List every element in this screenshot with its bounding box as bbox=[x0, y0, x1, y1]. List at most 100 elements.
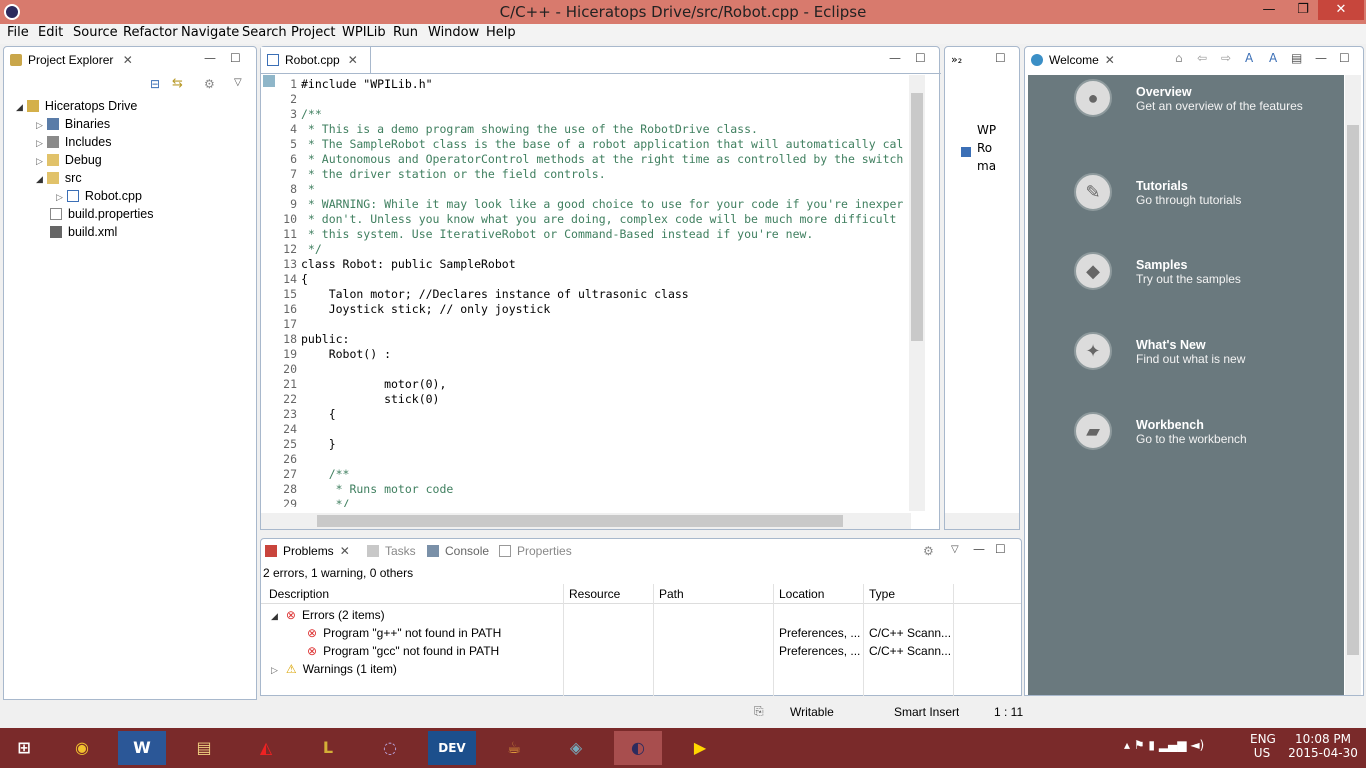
tree-item-build-xml[interactable]: build.xml bbox=[50, 225, 117, 239]
font-smaller-icon[interactable]: A bbox=[1245, 51, 1253, 65]
code-line[interactable]: { bbox=[301, 407, 336, 421]
vertical-scrollbar[interactable] bbox=[909, 75, 925, 511]
maximize-button[interactable]: ❐ bbox=[1290, 0, 1316, 20]
minimize-icon[interactable]: — bbox=[204, 51, 216, 65]
menu-file[interactable]: File bbox=[7, 25, 29, 40]
code-line[interactable]: Robot() : bbox=[301, 347, 391, 361]
column-type[interactable]: Type bbox=[869, 584, 895, 604]
table-row[interactable]: ⊗ Program "gcc" not found in PATH Prefere… bbox=[261, 641, 1021, 659]
home-icon[interactable]: ⌂ bbox=[1175, 51, 1183, 65]
menu-run[interactable]: Run bbox=[393, 25, 418, 40]
code-line[interactable]: motor(0), bbox=[301, 377, 446, 391]
minimize-icon[interactable]: — bbox=[1315, 51, 1327, 65]
column-description[interactable]: Description bbox=[269, 584, 329, 604]
outline-item[interactable]: Ro bbox=[977, 141, 992, 155]
errors-group-row[interactable]: ◢ ⊗ Errors (2 items) bbox=[261, 605, 1021, 623]
column-location[interactable]: Location bbox=[779, 584, 824, 604]
code-line[interactable]: stick(0) bbox=[301, 392, 439, 406]
java-icon[interactable]: ☕ bbox=[490, 731, 538, 765]
code-line[interactable]: /** bbox=[301, 467, 350, 481]
scroll-thumb[interactable] bbox=[911, 93, 923, 341]
eclipse-icon[interactable]: ◐ bbox=[614, 731, 662, 765]
menu-edit[interactable]: Edit bbox=[38, 25, 63, 40]
code-line[interactable]: * This is a demo program showing the use… bbox=[301, 122, 758, 136]
tree-item-project[interactable]: ◢ Hiceratops Drive bbox=[16, 99, 137, 113]
clock[interactable]: 10:08 PM 2015-04-30 bbox=[1288, 732, 1358, 760]
language-indicator[interactable]: ENG US bbox=[1250, 732, 1276, 760]
tray-icons[interactable]: ▴ ⚑ ▮ ▂▄▆ ◄) bbox=[1124, 738, 1204, 752]
code-line[interactable]: { bbox=[301, 272, 308, 286]
code-line[interactable]: Talon motor; //Declares instance of ultr… bbox=[301, 287, 689, 301]
menu-help[interactable]: Help bbox=[486, 25, 516, 40]
collapse-arrow-icon[interactable]: ◢ bbox=[36, 174, 43, 184]
code-line[interactable]: * The SampleRobot class is the base of a… bbox=[301, 137, 903, 151]
filter-icon[interactable]: ⚙ bbox=[923, 544, 934, 558]
tab-problems[interactable]: Problems ✕ bbox=[265, 544, 350, 558]
expand-arrow-icon[interactable]: ▷ bbox=[56, 192, 63, 202]
welcome-samples[interactable]: ◆ Samples Try out the samples bbox=[1074, 252, 1336, 290]
welcome-whats-new[interactable]: ✦ What's New Find out what is new bbox=[1074, 332, 1336, 370]
warnings-group-row[interactable]: ▷ ⚠ Warnings (1 item) bbox=[261, 659, 1021, 677]
close-button[interactable]: ✕ bbox=[1318, 0, 1364, 20]
tree-item-debug[interactable]: ▷ Debug bbox=[36, 153, 102, 167]
maximize-icon[interactable]: ☐ bbox=[915, 51, 926, 65]
close-tab-icon[interactable]: ✕ bbox=[1105, 53, 1115, 67]
game-launcher-icon[interactable]: L bbox=[304, 731, 352, 765]
code-line[interactable]: /** bbox=[301, 107, 322, 121]
menu-window[interactable]: Window bbox=[428, 25, 479, 40]
forward-icon[interactable]: ⇨ bbox=[1221, 51, 1231, 65]
tab-robot-cpp[interactable]: Robot.cpp ✕ bbox=[261, 47, 371, 73]
close-tab-icon[interactable]: ✕ bbox=[123, 53, 133, 67]
tree-item-includes[interactable]: ▷ Includes bbox=[36, 135, 111, 149]
collapse-arrow-icon[interactable]: ◢ bbox=[271, 611, 278, 621]
code-line[interactable]: Joystick stick; // only joystick bbox=[301, 302, 551, 316]
maximize-icon[interactable]: ☐ bbox=[1339, 51, 1350, 65]
outline-tab-icon[interactable]: »₂ bbox=[951, 53, 962, 66]
tab-console[interactable]: Console bbox=[427, 544, 489, 558]
paint-icon[interactable]: ◈ bbox=[552, 731, 600, 765]
code-editor[interactable]: 1 #include "WPILib.h" 2 3 /** 4 * This is a d… bbox=[261, 75, 911, 507]
tab-welcome[interactable]: Welcome ✕ bbox=[1031, 53, 1115, 67]
code-line[interactable]: * don't. Unless you know what you are do… bbox=[301, 212, 897, 226]
tab-properties[interactable]: Properties bbox=[499, 544, 572, 558]
outline-item[interactable]: WP bbox=[977, 123, 996, 137]
code-line[interactable]: * WARNING: While it may look like a good… bbox=[301, 197, 903, 211]
status-icon[interactable]: ⎘ bbox=[754, 704, 764, 719]
minimize-icon[interactable]: — bbox=[973, 542, 985, 556]
expand-arrow-icon[interactable]: ▷ bbox=[36, 120, 43, 130]
horizontal-scrollbar[interactable] bbox=[261, 513, 911, 529]
acrobat-icon[interactable]: ◭ bbox=[242, 731, 290, 765]
tree-item-robot-cpp[interactable]: ▷ Robot.cpp bbox=[56, 189, 142, 203]
view-menu-icon[interactable]: ▽ bbox=[234, 77, 242, 88]
code-line[interactable]: * Autonomous and OperatorControl methods… bbox=[301, 152, 903, 166]
maximize-icon[interactable]: ☐ bbox=[230, 51, 241, 65]
app-icon[interactable]: ◌ bbox=[366, 731, 414, 765]
collapse-all-icon[interactable]: ⊟ bbox=[150, 77, 160, 91]
table-row[interactable]: ⊗ Program "g++" not found in PATH Prefere… bbox=[261, 623, 1021, 641]
back-icon[interactable]: ⇦ bbox=[1197, 51, 1207, 65]
font-larger-icon[interactable]: A bbox=[1269, 51, 1277, 65]
word-icon[interactable]: W bbox=[118, 731, 166, 765]
filter-icon[interactable]: ⚙ bbox=[204, 77, 215, 91]
link-editor-icon[interactable]: ⇆ bbox=[172, 76, 183, 91]
close-tab-icon[interactable]: ✕ bbox=[340, 544, 350, 558]
expand-arrow-icon[interactable]: ▷ bbox=[36, 138, 43, 148]
code-line[interactable]: * bbox=[301, 182, 315, 196]
welcome-tutorials[interactable]: ✎ Tutorials Go through tutorials bbox=[1074, 173, 1336, 211]
minimize-icon[interactable]: — bbox=[889, 51, 901, 65]
column-resource[interactable]: Resource bbox=[569, 584, 620, 604]
expand-arrow-icon[interactable]: ▷ bbox=[36, 156, 43, 166]
horizontal-scrollbar[interactable] bbox=[945, 513, 1019, 529]
welcome-overview[interactable]: ● Overview Get an overview of the features bbox=[1074, 79, 1336, 117]
tab-project-explorer[interactable]: Project Explorer ✕ bbox=[10, 53, 133, 67]
outline-item[interactable]: ma bbox=[977, 159, 996, 173]
code-line[interactable]: #include "WPILib.h" bbox=[301, 77, 433, 91]
minimize-button[interactable]: — bbox=[1256, 0, 1282, 20]
expand-arrow-icon[interactable]: ▷ bbox=[271, 665, 278, 675]
view-menu-icon[interactable]: ▽ bbox=[951, 544, 959, 555]
tab-tasks[interactable]: Tasks bbox=[367, 544, 416, 558]
code-line[interactable]: * the driver station or the field contro… bbox=[301, 167, 606, 181]
maximize-icon[interactable]: ☐ bbox=[995, 51, 1006, 65]
tree-item-build-properties[interactable]: build.properties bbox=[50, 207, 153, 221]
tree-item-binaries[interactable]: ▷ Binaries bbox=[36, 117, 110, 131]
